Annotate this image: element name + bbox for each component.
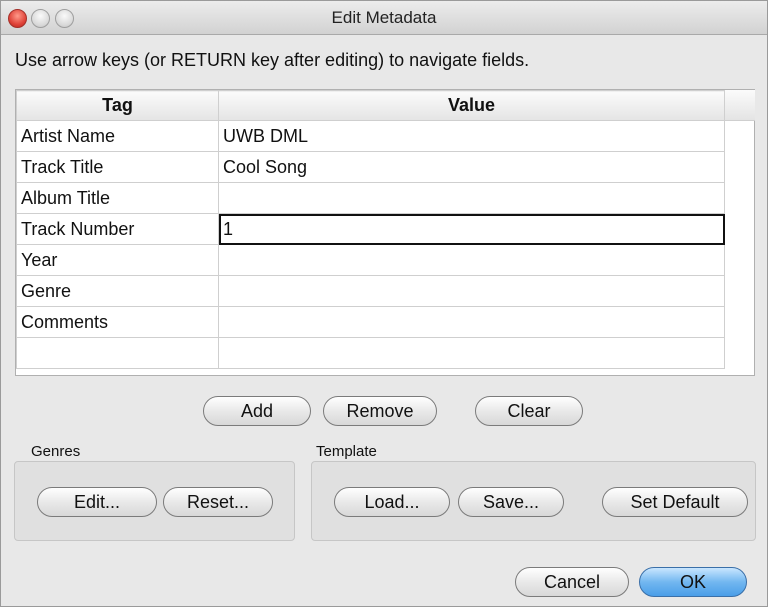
table-row[interactable]: Year <box>16 244 725 276</box>
tag-cell[interactable]: Comments <box>16 306 219 338</box>
value-cell-editing[interactable]: 1 <box>218 213 725 245</box>
edit-metadata-window: Edit Metadata Use arrow keys (or RETURN … <box>0 0 768 607</box>
table-row[interactable]: Artist Name UWB DML <box>16 120 725 152</box>
table-row[interactable] <box>16 337 725 369</box>
template-group-label: Template <box>316 443 377 460</box>
table-row[interactable]: Track Title Cool Song <box>16 151 725 183</box>
metadata-table: Tag Value Artist Name UWB DML Track Titl… <box>16 90 725 369</box>
table-header-row: Tag Value <box>16 90 725 121</box>
table-row[interactable]: Genre <box>16 275 725 307</box>
value-cell[interactable] <box>218 275 725 307</box>
save-template-button[interactable]: Save... <box>458 487 564 517</box>
value-cell[interactable]: UWB DML <box>218 120 725 152</box>
add-button[interactable]: Add <box>203 396 311 426</box>
tag-cell[interactable]: Artist Name <box>16 120 219 152</box>
table-header-filler <box>724 90 755 121</box>
column-header-value[interactable]: Value <box>218 90 725 121</box>
tag-cell[interactable]: Genre <box>16 275 219 307</box>
value-cell[interactable]: Cool Song <box>218 151 725 183</box>
tag-cell[interactable]: Album Title <box>16 182 219 214</box>
clear-button[interactable]: Clear <box>475 396 583 426</box>
tag-cell[interactable]: Track Title <box>16 151 219 183</box>
table-row[interactable]: Comments <box>16 306 725 338</box>
table-row[interactable]: Track Number 1 <box>16 213 725 245</box>
value-cell[interactable] <box>218 306 725 338</box>
load-template-button[interactable]: Load... <box>334 487 450 517</box>
reset-genres-button[interactable]: Reset... <box>163 487 273 517</box>
tag-cell[interactable] <box>16 337 219 369</box>
genres-group-label: Genres <box>31 443 81 460</box>
ok-button[interactable]: OK <box>639 567 747 597</box>
title-bar: Edit Metadata <box>1 1 767 35</box>
set-default-button[interactable]: Set Default <box>602 487 748 517</box>
value-cell[interactable] <box>218 244 725 276</box>
value-cell[interactable] <box>218 337 725 369</box>
tag-cell[interactable]: Year <box>16 244 219 276</box>
window-title: Edit Metadata <box>331 8 437 27</box>
edit-genres-button[interactable]: Edit... <box>37 487 157 517</box>
value-cell[interactable] <box>218 182 725 214</box>
cancel-button[interactable]: Cancel <box>515 567 629 597</box>
column-header-tag[interactable]: Tag <box>16 90 219 121</box>
instructions-text: Use arrow keys (or RETURN key after edit… <box>15 50 530 70</box>
metadata-table-container: Tag Value Artist Name UWB DML Track Titl… <box>15 89 755 376</box>
remove-button[interactable]: Remove <box>323 396 437 426</box>
genres-group: Edit... Reset... <box>14 461 295 541</box>
tag-cell[interactable]: Track Number <box>16 213 219 245</box>
template-group: Load... Save... Set Default <box>311 461 756 541</box>
table-row[interactable]: Album Title <box>16 182 725 214</box>
